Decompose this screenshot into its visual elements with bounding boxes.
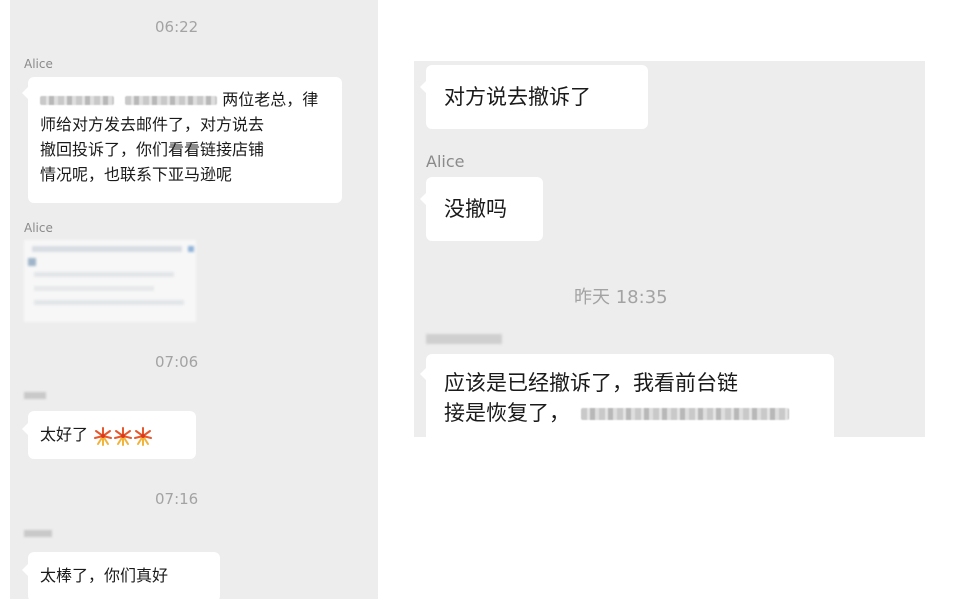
message-text: 撤回投诉了，你们看看链接店铺: [40, 140, 265, 159]
message-text: 应该是已经撤诉了，我看前台链: [444, 371, 738, 395]
message-text: 情况呢，也联系下亚马逊呢: [40, 165, 233, 184]
redacted-image-message[interactable]: [24, 240, 196, 322]
message-bubble[interactable]: 两位老总，律 师给对方发去邮件了，对方说去 撤回投诉了，你们看看链接店铺 情况呢…: [22, 77, 342, 203]
firework-icon: [133, 426, 153, 446]
timestamp: 07:16: [155, 490, 199, 508]
timestamp: 昨天 18:35: [574, 287, 668, 308]
redacted-text: [40, 96, 114, 105]
message-text: 师给对方发去邮件了，对方说去: [40, 115, 265, 134]
message-text: 没撤吗: [444, 197, 507, 221]
message-text: 两位老总，律: [222, 90, 319, 109]
redacted-sender-name: [24, 392, 46, 399]
redacted-sender-name: [426, 334, 502, 344]
message-bubble[interactable]: 太好了: [22, 411, 196, 459]
redacted-text: [580, 408, 789, 420]
message-bubble[interactable]: 对方说去撤诉了: [420, 65, 648, 129]
message-bubble[interactable]: 太棒了，你们真好: [22, 552, 220, 599]
message-text: 太棒了，你们真好: [40, 566, 169, 585]
message-bubble[interactable]: 应该是已经撤诉了，我看前台链 接是恢复了，: [420, 354, 834, 437]
chat-panel-left[interactable]: 06:22 Alice 两位老总，律 师给对方发去邮件了，对方说去 撤回投诉了，…: [10, 0, 378, 599]
message-bubble[interactable]: 没撤吗: [420, 177, 543, 241]
redacted-sender-name: [24, 530, 52, 537]
firework-icon: [113, 426, 133, 446]
chat-panel-right[interactable]: 对方说去撤诉了 Alice 没撤吗 昨天 18:35 应该是已经撤诉了，我看前台…: [414, 61, 925, 437]
sender-name: Alice: [426, 152, 465, 171]
message-text: 对方说去撤诉了: [444, 85, 591, 109]
sender-name: Alice: [24, 57, 53, 71]
redacted-text: [125, 96, 218, 105]
sender-name: Alice: [24, 221, 53, 235]
message-text: 接是恢复了，: [444, 401, 570, 425]
message-text: 太好了: [40, 425, 89, 444]
firework-icon: [93, 426, 113, 446]
timestamp: 06:22: [155, 18, 199, 36]
timestamp: 07:06: [155, 353, 199, 371]
